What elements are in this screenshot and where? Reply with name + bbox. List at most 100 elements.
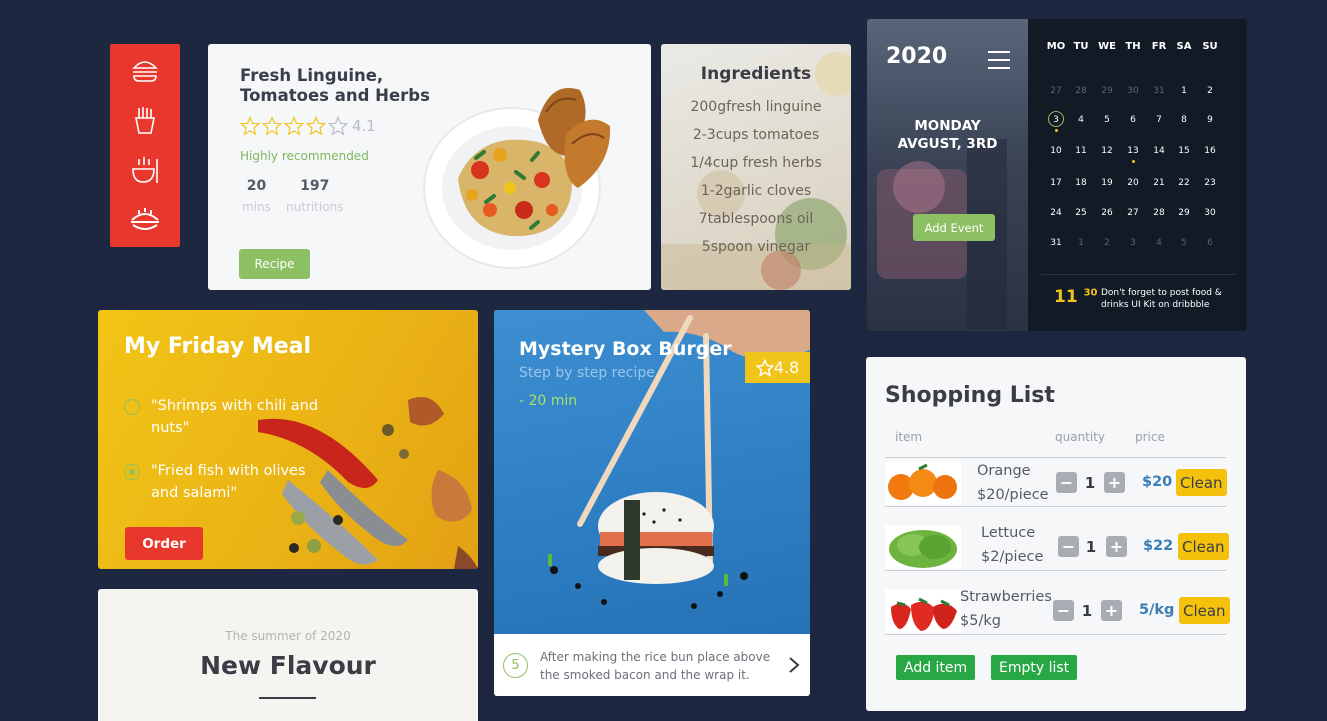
calendar-day[interactable]: 23: [1197, 178, 1223, 188]
rating-stars[interactable]: 4.1: [240, 116, 376, 136]
weekday-label: SA: [1176, 41, 1192, 52]
calendar-day[interactable]: 4: [1068, 115, 1094, 125]
burger-icon[interactable]: [129, 54, 161, 86]
strawberries-image: [885, 589, 961, 633]
calendar-day[interactable]: 10: [1043, 146, 1069, 156]
clean-button[interactable]: Clean: [1176, 469, 1227, 496]
calendar-day[interactable]: 8: [1171, 115, 1197, 125]
chevron-right-icon[interactable]: [787, 656, 801, 674]
add-event-button[interactable]: Add Event: [913, 214, 995, 241]
calendar-day[interactable]: 6: [1197, 238, 1223, 248]
calendar-day[interactable]: 14: [1146, 146, 1172, 156]
recipe-title: Fresh Linguine, Tomatoes and Herbs: [240, 66, 430, 105]
clean-button[interactable]: Clean: [1178, 533, 1229, 560]
decrease-button[interactable]: −: [1053, 600, 1074, 621]
product-name: Lettuce: [981, 525, 1036, 541]
friday-meal-title: My Friday Meal: [124, 334, 312, 359]
calendar-day[interactable]: 22: [1171, 178, 1197, 188]
calendar-day[interactable]: 4: [1146, 238, 1172, 248]
burger-time: - 20 min: [519, 393, 578, 409]
calendar-day[interactable]: 20: [1120, 178, 1146, 188]
calendar-day[interactable]: 28: [1146, 208, 1172, 218]
stat-label: nutritions: [286, 200, 344, 214]
event-dot: [1131, 160, 1135, 163]
reminder-minute: 30: [1083, 287, 1098, 299]
calendar-day[interactable]: 5: [1171, 238, 1197, 248]
pasta-plate-image: [423, 88, 611, 269]
selected-date: MONDAY AVGUST, 3RD: [867, 117, 1028, 153]
category-sidebar: [110, 44, 180, 247]
increase-button[interactable]: +: [1106, 536, 1127, 557]
radio-button[interactable]: [124, 399, 140, 415]
calendar-day[interactable]: 2: [1197, 86, 1223, 96]
calendar-day[interactable]: 21: [1146, 178, 1172, 188]
today-ring: [1048, 111, 1064, 127]
calendar-day[interactable]: 29: [1171, 208, 1197, 218]
increase-button[interactable]: +: [1101, 600, 1122, 621]
calendar-day[interactable]: 30: [1120, 86, 1146, 96]
radio-button-selected[interactable]: [124, 464, 140, 480]
meal-option[interactable]: "Shrimps with chili and nuts": [124, 395, 321, 439]
shopping-list-card: Shopping List item quantity price Orange…: [866, 357, 1246, 711]
calendar-day[interactable]: 18: [1068, 178, 1094, 188]
decrease-button[interactable]: −: [1056, 472, 1077, 493]
calendar-day[interactable]: 25: [1068, 208, 1094, 218]
product-unit-price: $5/kg: [960, 613, 1001, 629]
empty-list-button[interactable]: Empty list: [991, 655, 1078, 680]
weekday-label: MO: [1046, 41, 1066, 52]
meal-option-label: "Fried fish with olives and salami": [151, 463, 306, 501]
mystery-burger-card: Mystery Box Burger Step by step recipe -…: [494, 310, 810, 696]
quantity-value: 1: [1085, 538, 1097, 556]
calendar-day[interactable]: 27: [1120, 208, 1146, 218]
calendar-day[interactable]: 29: [1094, 86, 1120, 96]
pie-icon[interactable]: [129, 204, 161, 236]
calendar-day[interactable]: 28: [1068, 86, 1094, 96]
ingredient-item: 5spoon vinegar: [701, 239, 811, 255]
hamburger-menu-icon[interactable]: [988, 51, 1010, 75]
reminder-text: Don't forget to post food & drinks UI Ki…: [1101, 288, 1222, 310]
calendar-day[interactable]: 7: [1146, 115, 1172, 125]
calendar-day[interactable]: 15: [1171, 146, 1197, 156]
calendar-day[interactable]: 17: [1043, 178, 1069, 188]
recipe-button[interactable]: Recipe: [239, 249, 310, 279]
calendar-day[interactable]: 26: [1094, 208, 1120, 218]
ingredient-item: 1-2garlic cloves: [700, 183, 812, 199]
calendar-day[interactable]: 3: [1120, 238, 1146, 248]
rating-value: 4.8: [773, 358, 800, 377]
calendar-day[interactable]: 24: [1043, 208, 1069, 218]
meal-option[interactable]: "Fried fish with olives and salami": [124, 460, 321, 504]
step-text: After making the rice bun place above th…: [540, 650, 771, 682]
clean-button[interactable]: Clean: [1179, 597, 1230, 624]
stat-value: 20: [246, 178, 267, 194]
calendar-day[interactable]: 1: [1068, 238, 1094, 248]
calendar-day[interactable]: 6: [1120, 115, 1146, 125]
orange-image: [885, 461, 961, 505]
calendar-day[interactable]: 27: [1043, 86, 1069, 96]
order-button[interactable]: Order: [125, 527, 203, 560]
calendar-day[interactable]: 13: [1120, 146, 1146, 156]
calendar-day[interactable]: 11: [1068, 146, 1094, 156]
decrease-button[interactable]: −: [1058, 536, 1079, 557]
calendar-day[interactable]: 30: [1197, 208, 1223, 218]
fries-icon[interactable]: [129, 104, 161, 136]
new-flavour-card: The summer of 2020 New Flavour: [98, 589, 478, 721]
calendar-day[interactable]: 16: [1197, 146, 1223, 156]
calendar-day[interactable]: 2: [1094, 238, 1120, 248]
ingredient-item: 1/4cup fresh herbs: [690, 155, 822, 171]
weekday-label: TH: [1125, 41, 1141, 52]
bowl-icon[interactable]: [129, 154, 161, 186]
calendar-day[interactable]: 9: [1197, 115, 1223, 125]
increase-button[interactable]: +: [1104, 472, 1125, 493]
selected-weekday: MONDAY: [914, 118, 981, 134]
calendar-day[interactable]: 1: [1171, 86, 1197, 96]
calendar-day[interactable]: 5: [1094, 115, 1120, 125]
flavour-title: New Flavour: [200, 651, 376, 680]
calendar-day[interactable]: 12: [1094, 146, 1120, 156]
lettuce-image: [885, 525, 961, 569]
star-icon: [262, 116, 282, 136]
calendar-day[interactable]: 19: [1094, 178, 1120, 188]
calendar-day[interactable]: 31: [1146, 86, 1172, 96]
calendar-day[interactable]: 31: [1043, 238, 1069, 248]
add-item-button[interactable]: Add item: [896, 655, 976, 680]
product-name: Strawberries: [960, 589, 1052, 605]
